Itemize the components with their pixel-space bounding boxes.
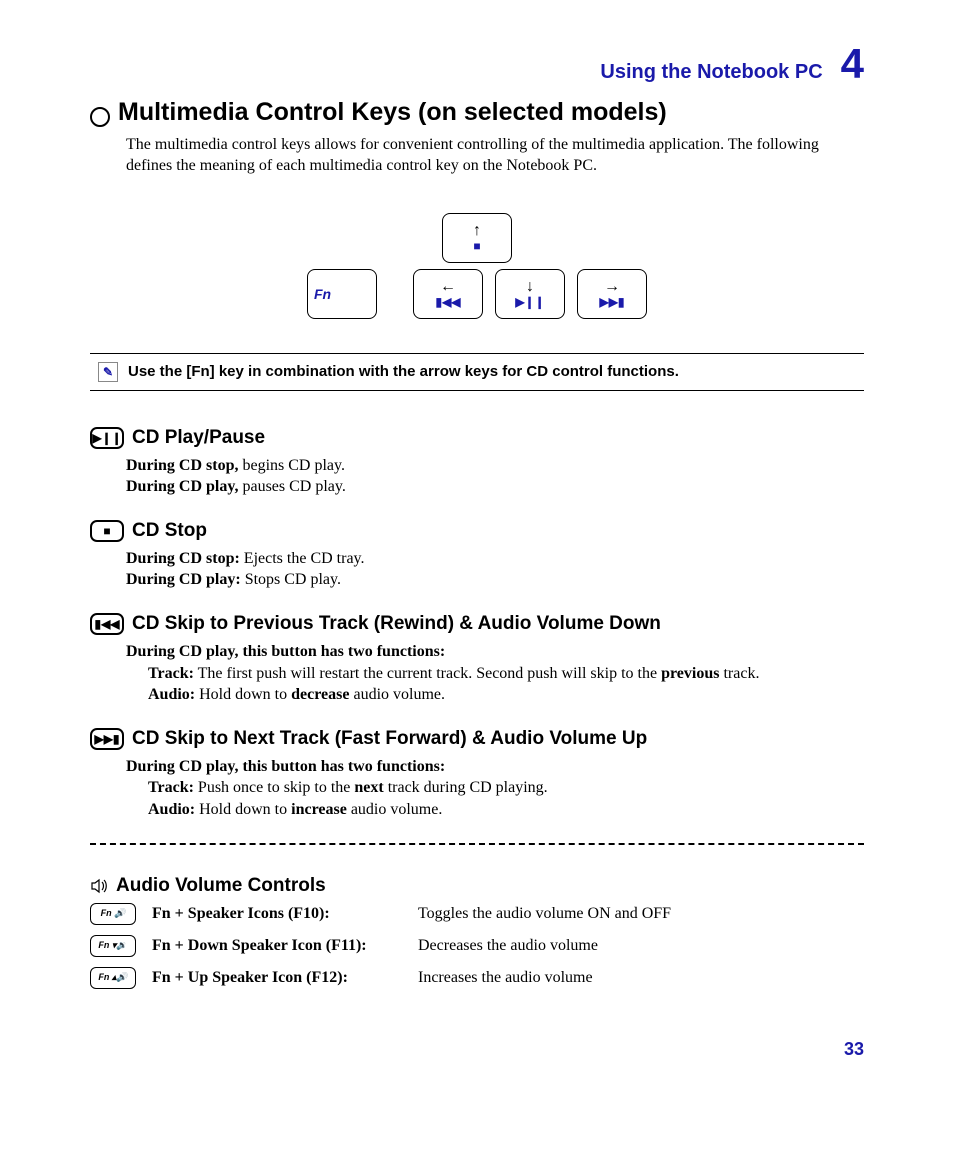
- keycap-right: → ▶▶▮: [577, 269, 647, 319]
- prev-audio-em: decrease: [291, 686, 349, 703]
- stop-icon: ■: [90, 520, 124, 542]
- page-number: 33: [90, 1039, 864, 1060]
- intro-paragraph: The multimedia control keys allows for c…: [126, 135, 864, 177]
- section-title-next: CD Skip to Next Track (Fast Forward) & A…: [132, 728, 647, 750]
- play-pause-glyph-icon: ▶❙❙: [515, 295, 544, 309]
- header-section-title: Using the Notebook PC: [600, 61, 822, 84]
- next-track-t2: track during CD playing.: [384, 779, 548, 796]
- next-intro: During CD play, this button has two func…: [126, 758, 445, 775]
- pp-line2-bold: During CD play,: [126, 478, 238, 495]
- next-audio-t2: audio volume.: [347, 801, 443, 818]
- prev-audio-b: Audio:: [148, 686, 195, 703]
- next-track-icon: ▶▶▮: [90, 728, 124, 750]
- page-header: Using the Notebook PC 4: [90, 40, 864, 88]
- volume-row-label: Fn + Down Speaker Icon (F11):: [152, 937, 402, 955]
- section-previous: ▮◀◀ CD Skip to Previous Track (Rewind) &…: [90, 613, 864, 706]
- stop-line1-bold: During CD stop:: [126, 550, 240, 567]
- stop-line1-text: Ejects the CD tray.: [240, 550, 365, 567]
- pp-line1-text: begins CD play.: [238, 457, 345, 474]
- stop-glyph-icon: ■: [473, 239, 480, 253]
- volume-row-desc: Increases the audio volume: [418, 969, 593, 987]
- page-title-row: Multimedia Control Keys (on selected mod…: [90, 98, 864, 135]
- prev-intro: During CD play, this button has two func…: [126, 643, 445, 660]
- next-track-em: next: [354, 779, 383, 796]
- note-text: Use the [Fn] key in combination with the…: [128, 363, 679, 380]
- speaker-icon: [90, 877, 108, 895]
- keycap-down: ↓ ▶❙❙: [495, 269, 565, 319]
- next-track-glyph-icon: ▶▶▮: [599, 295, 624, 309]
- play-pause-icon: ▶❙❙: [90, 427, 124, 449]
- next-audio-b: Audio:: [148, 801, 195, 818]
- volume-row: Fn 🔊 Fn + Speaker Icons (F10): Toggles t…: [90, 903, 864, 925]
- volume-row-label: Fn + Up Speaker Icon (F12):: [152, 969, 402, 987]
- next-audio-em: increase: [291, 801, 347, 818]
- next-track-b: Track:: [148, 779, 194, 796]
- header-chapter-number: 4: [841, 40, 864, 88]
- prev-track-t2: track.: [719, 665, 759, 682]
- prev-audio-t2: audio volume.: [349, 686, 445, 703]
- stop-line2-text: Stops CD play.: [241, 571, 341, 588]
- volume-row-desc: Toggles the audio volume ON and OFF: [418, 905, 671, 923]
- keycap-left: ← ▮◀◀: [413, 269, 483, 319]
- section-play-pause: ▶❙❙ CD Play/Pause During CD stop, begins…: [90, 427, 864, 498]
- keycap-diagram: ↑ ■ Fn ← ▮◀◀ ↓ ▶❙❙ → ▶▶▮: [90, 207, 864, 319]
- section-next: ▶▶▮ CD Skip to Next Track (Fast Forward)…: [90, 728, 864, 821]
- volume-row-desc: Decreases the audio volume: [418, 937, 598, 955]
- pp-line1-bold: During CD stop,: [126, 457, 238, 474]
- section-title-previous: CD Skip to Previous Track (Rewind) & Aud…: [132, 613, 661, 635]
- section-title-volume: Audio Volume Controls: [116, 875, 326, 897]
- fn-f10-icon: Fn 🔊: [90, 903, 136, 925]
- arrow-down-icon: ↓: [526, 279, 534, 295]
- volume-row-label: Fn + Speaker Icons (F10):: [152, 905, 402, 923]
- previous-track-glyph-icon: ▮◀◀: [435, 295, 460, 309]
- section-title-play-pause: CD Play/Pause: [132, 427, 265, 449]
- prev-track-b: Track:: [148, 665, 194, 682]
- pp-line2-text: pauses CD play.: [238, 478, 345, 495]
- arrow-left-icon: ←: [440, 279, 456, 295]
- fn-f12-icon: Fn ▴🔊: [90, 967, 136, 989]
- section-title-stop: CD Stop: [132, 520, 207, 542]
- stop-line2-bold: During CD play:: [126, 571, 241, 588]
- arrow-right-icon: →: [604, 279, 620, 295]
- next-track-t1: Push once to skip to the: [194, 779, 354, 796]
- bullet-circle-icon: [90, 107, 110, 127]
- arrow-up-icon: ↑: [473, 223, 481, 239]
- prev-track-em: previous: [661, 665, 719, 682]
- fn-f11-icon: Fn ▾🔉: [90, 935, 136, 957]
- next-audio-t1: Hold down to: [195, 801, 291, 818]
- prev-track-t1: The first push will restart the current …: [194, 665, 661, 682]
- note-box: ✎ Use the [Fn] key in combination with t…: [90, 353, 864, 391]
- section-volume: Audio Volume Controls Fn 🔊 Fn + Speaker …: [90, 875, 864, 989]
- volume-row: Fn ▴🔊 Fn + Up Speaker Icon (F12): Increa…: [90, 967, 864, 989]
- dashed-divider: [90, 843, 864, 845]
- prev-audio-t1: Hold down to: [195, 686, 291, 703]
- keycap-fn: Fn: [307, 269, 377, 319]
- keycap-up: ↑ ■: [442, 213, 512, 263]
- volume-row: Fn ▾🔉 Fn + Down Speaker Icon (F11): Decr…: [90, 935, 864, 957]
- section-stop: ■ CD Stop During CD stop: Ejects the CD …: [90, 520, 864, 591]
- page-title: Multimedia Control Keys (on selected mod…: [118, 98, 667, 127]
- note-icon: ✎: [98, 362, 118, 382]
- previous-track-icon: ▮◀◀: [90, 613, 124, 635]
- fn-label: Fn: [308, 286, 331, 302]
